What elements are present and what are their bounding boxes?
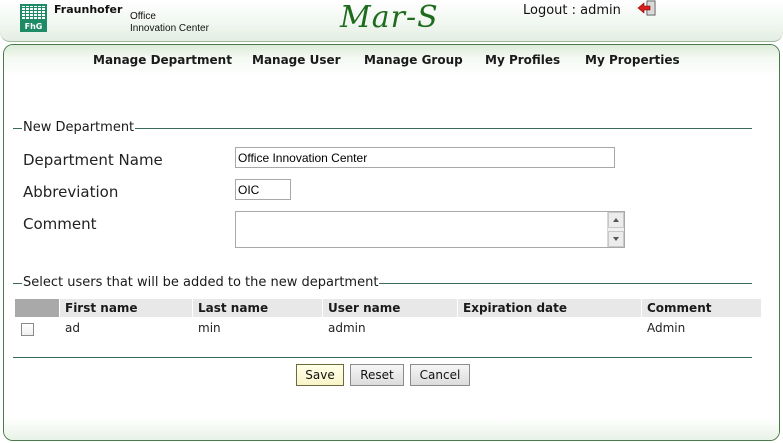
brand-name: Fraunhofer bbox=[54, 3, 123, 16]
fraunhofer-logo-icon: FhG bbox=[20, 4, 47, 32]
users-section-legend: Select users that will be added to the n… bbox=[22, 275, 380, 290]
user-row-checkbox[interactable] bbox=[21, 323, 34, 336]
app-title: Mar-S bbox=[340, 0, 439, 35]
cell-last-name: min bbox=[198, 321, 221, 335]
main-nav: Manage Department Manage User Manage Gro… bbox=[4, 45, 779, 77]
nav-manage-department[interactable]: Manage Department bbox=[93, 53, 232, 67]
department-name-label: Department Name bbox=[23, 151, 163, 169]
logout-link[interactable]: Logout : admin bbox=[523, 3, 621, 18]
cancel-button[interactable]: Cancel bbox=[410, 364, 470, 386]
brand-subtitle-line2: Innovation Center bbox=[130, 23, 209, 34]
cell-first-name: ad bbox=[65, 321, 80, 335]
select-column-header bbox=[15, 299, 59, 317]
brand-subtitle-line1: Office bbox=[130, 11, 156, 22]
scroll-up-button[interactable] bbox=[608, 212, 624, 228]
scroll-down-button[interactable] bbox=[608, 231, 624, 247]
abbreviation-label: Abbreviation bbox=[23, 183, 119, 201]
app-header: FhG Fraunhofer Office Innovation Center … bbox=[0, 0, 783, 42]
comment-textarea[interactable] bbox=[236, 212, 607, 247]
column-header-expiration-date: Expiration date bbox=[458, 299, 641, 317]
column-header-first-name: First name bbox=[60, 299, 192, 317]
nav-my-profiles[interactable]: My Profiles bbox=[485, 53, 560, 67]
column-header-comment: Comment bbox=[642, 299, 761, 317]
nav-manage-group[interactable]: Manage Group bbox=[364, 53, 463, 67]
reset-button[interactable]: Reset bbox=[350, 364, 404, 386]
comment-textarea-wrap bbox=[235, 211, 625, 248]
panel-footer-band bbox=[4, 418, 779, 440]
chevron-up-icon bbox=[613, 218, 619, 222]
column-header-last-name: Last name bbox=[193, 299, 322, 317]
comment-label: Comment bbox=[23, 215, 97, 233]
form-bottom-rule bbox=[13, 357, 752, 358]
cell-user-name: admin bbox=[328, 321, 366, 335]
logout-arrow-icon[interactable] bbox=[637, 0, 657, 16]
logo-text: FhG bbox=[24, 22, 43, 31]
column-header-user-name: User name bbox=[323, 299, 457, 317]
cell-comment: Admin bbox=[647, 321, 686, 335]
nav-my-properties[interactable]: My Properties bbox=[585, 53, 680, 67]
abbreviation-input[interactable] bbox=[235, 179, 291, 200]
department-name-input[interactable] bbox=[235, 147, 615, 168]
comment-scrollbar[interactable] bbox=[607, 212, 624, 247]
new-department-legend: New Department bbox=[22, 120, 136, 135]
nav-manage-user[interactable]: Manage User bbox=[252, 53, 341, 67]
chevron-down-icon bbox=[613, 237, 619, 241]
save-button[interactable]: Save bbox=[296, 364, 344, 386]
